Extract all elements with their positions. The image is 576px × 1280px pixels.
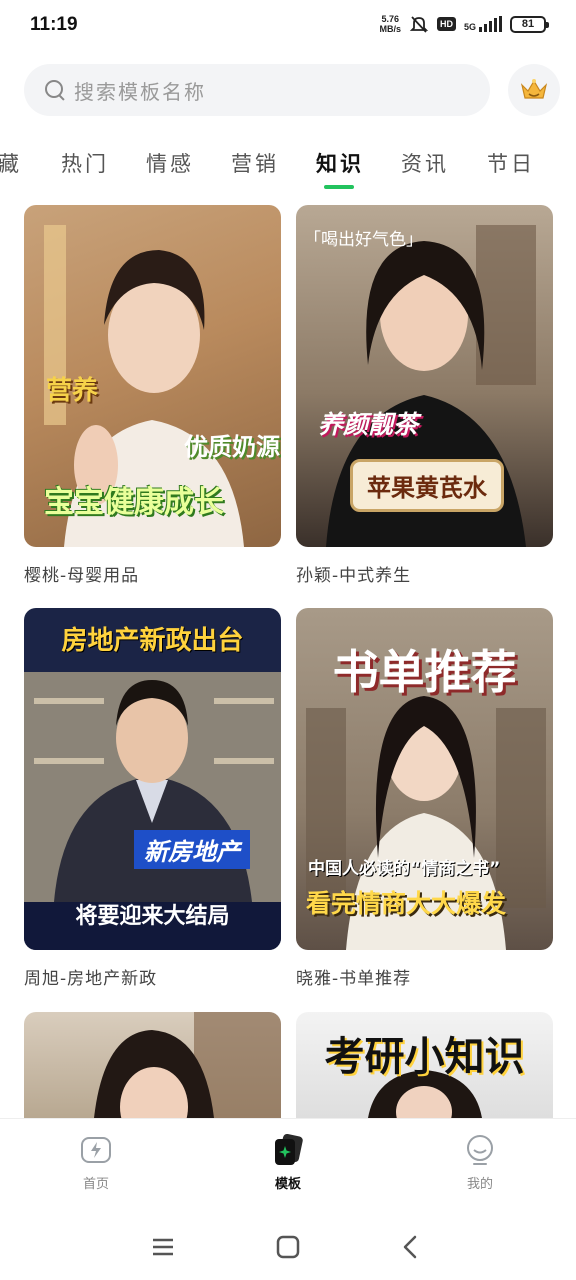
overlay-text-apple-tea: 苹果黄芪水 <box>350 459 504 512</box>
template-thumbnail[interactable]: 房地产新政出台 新房地产 将要迎来大结局 <box>24 608 281 950</box>
presenter-figure <box>94 1012 281 1118</box>
search-bar[interactable]: 搜索模板名称 <box>24 64 490 116</box>
back-icon[interactable] <box>396 1232 426 1262</box>
system-nav-bar <box>0 1214 576 1280</box>
overlay-text-eq-book: 中国人必读的“情商之书” <box>308 859 501 879</box>
net-speed-value: 5.76 <box>381 14 399 24</box>
tab-favorites[interactable]: 藏 <box>0 148 22 178</box>
overlay-text-complexion: 「喝出好气色」 <box>304 230 423 250</box>
home-square-icon[interactable] <box>273 1232 303 1262</box>
search-icon <box>44 79 66 101</box>
tab-news[interactable]: 资讯 <box>401 148 449 178</box>
template-card[interactable]: 营养 优质奶源 宝宝健康成长 樱桃-母婴用品 <box>24 205 281 586</box>
vip-crown-button[interactable] <box>508 64 560 116</box>
category-tabs: 藏 热门 情感 营销 知识 资讯 节日 <box>0 140 576 190</box>
template-thumbnail[interactable]: 营养 优质奶源 宝宝健康成长 <box>24 205 281 547</box>
nav-templates[interactable]: 模板 <box>248 1133 328 1192</box>
template-thumbnail[interactable]: 书单推荐 中国人必读的“情商之书” 看完情商大大爆发 <box>296 608 553 950</box>
nav-templates-label: 模板 <box>274 1177 301 1192</box>
overlay-text-exam-tips: 考研小知识 <box>324 1034 525 1080</box>
status-time: 11:19 <box>30 14 78 35</box>
overlay-text-new-property: 新房地产 <box>134 830 250 869</box>
tab-marketing[interactable]: 营销 <box>231 148 279 178</box>
nav-profile-label: 我的 <box>466 1177 493 1192</box>
template-card[interactable]: 房地产新政出台 新房地产 将要迎来大结局 周旭-房地产新政 <box>24 608 281 989</box>
hd-badge: HD <box>436 17 456 31</box>
template-card[interactable]: 考研小知识 <box>296 1012 553 1118</box>
nav-home[interactable]: 首页 <box>56 1133 136 1192</box>
overlay-text-milk: 优质奶源 <box>184 433 280 461</box>
smile-face-icon <box>467 1135 493 1165</box>
signal-icon: 5G <box>464 16 502 32</box>
overlay-text-baby-health: 宝宝健康成长 <box>44 485 224 520</box>
search-placeholder: 搜索模板名称 <box>74 79 206 104</box>
overlay-text-booklist: 书单推荐 <box>332 645 517 699</box>
card-title: 周旭-房地产新政 <box>24 969 158 989</box>
tab-holiday[interactable]: 节日 <box>487 148 535 178</box>
crown-icon <box>520 79 548 99</box>
template-thumbnail[interactable]: 「喝出好气色」 养颜靓茶 苹果黄芪水 <box>296 205 553 547</box>
mute-bell-icon <box>409 16 429 33</box>
tab-emotion[interactable]: 情感 <box>146 148 194 178</box>
lightning-icon <box>81 1137 111 1163</box>
overlay-text-policy: 房地产新政出台 <box>61 626 244 656</box>
template-card[interactable] <box>24 1012 281 1118</box>
nav-profile[interactable]: 我的 <box>440 1133 520 1192</box>
status-bar: 11:19 5.76 MB/s HD 5G 81 <box>0 0 576 54</box>
net-speed: 5.76 MB/s <box>379 14 401 34</box>
overlay-text-eq-boost: 看完情商大大爆发 <box>306 889 507 918</box>
overlay-text-beauty-tea: 养颜靓茶 <box>318 410 419 439</box>
status-icons: 5.76 MB/s HD 5G 81 <box>379 14 549 34</box>
battery-level: 81 <box>521 18 535 30</box>
nav-home-label: 首页 <box>82 1177 109 1192</box>
template-cards-icon <box>275 1133 303 1165</box>
overlay-text-outcome: 将要迎来大结局 <box>75 904 230 929</box>
tab-hot[interactable]: 热门 <box>61 148 109 178</box>
network-type: 5G <box>463 22 476 32</box>
bottom-nav: 首页 模板 我的 <box>0 1118 576 1214</box>
template-card[interactable]: 书单推荐 中国人必读的“情商之书” 看完情商大大爆发 晓雅-书单推荐 <box>296 608 553 989</box>
active-tab-indicator <box>324 185 354 189</box>
battery-icon: 81 <box>510 15 549 33</box>
card-title: 孙颖-中式养生 <box>296 566 412 586</box>
tab-knowledge[interactable]: 知识 <box>316 148 364 178</box>
menu-icon[interactable] <box>148 1232 178 1262</box>
template-thumbnail[interactable]: 考研小知识 <box>296 1012 553 1118</box>
card-title: 樱桃-母婴用品 <box>24 566 140 586</box>
overlay-text-nutrition: 营养 <box>46 376 99 406</box>
net-speed-unit: MB/s <box>379 24 401 34</box>
template-thumbnail[interactable] <box>24 1012 281 1118</box>
card-title: 晓雅-书单推荐 <box>296 969 412 989</box>
template-card[interactable]: 「喝出好气色」 养颜靓茶 苹果黄芪水 孙颖-中式养生 <box>296 205 553 586</box>
